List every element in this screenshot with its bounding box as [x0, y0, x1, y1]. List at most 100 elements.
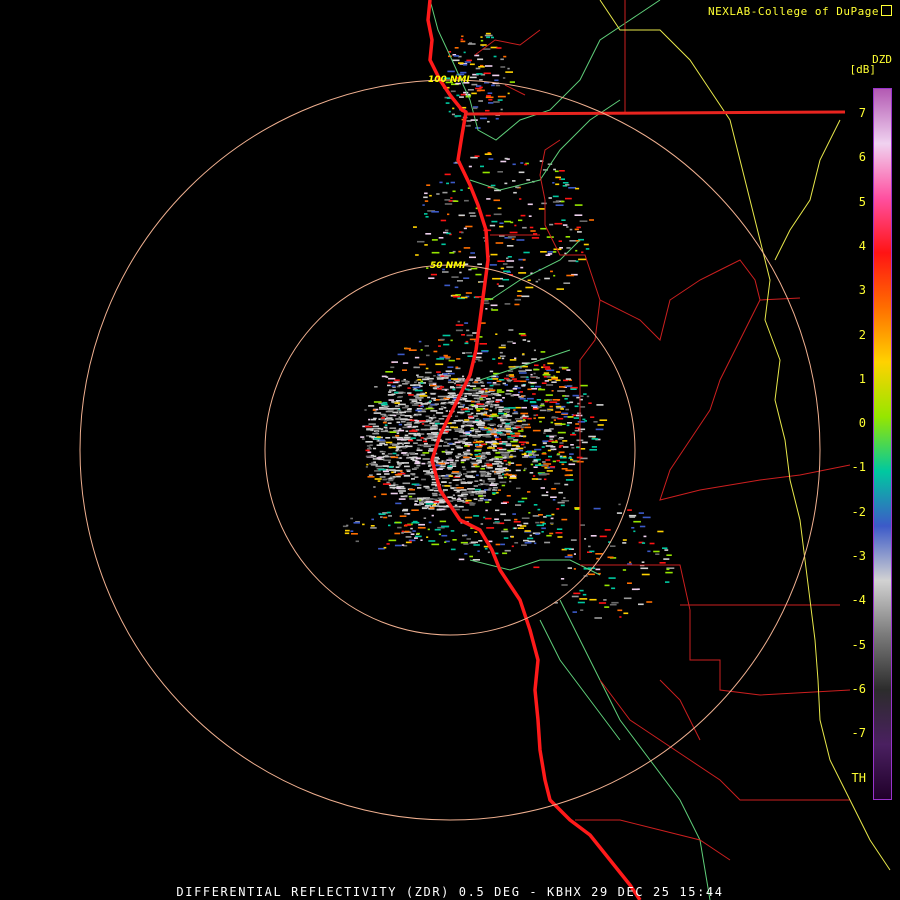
- radar-echo-gate: [519, 372, 527, 374]
- radar-echo-gate: [550, 270, 553, 273]
- radar-echo-gate: [517, 527, 524, 529]
- radar-echo-gate: [502, 397, 505, 399]
- radar-echo-gate: [500, 543, 505, 546]
- radar-echo-gate: [465, 292, 472, 294]
- radar-echo-gate: [380, 428, 384, 430]
- radar-echo-gate: [420, 403, 429, 405]
- radar-echo-gate: [445, 102, 450, 104]
- radar-echo-gate: [483, 419, 491, 422]
- radar-echo-gate: [460, 489, 467, 491]
- radar-echo-gate: [383, 426, 388, 429]
- radar-echo-gate: [425, 415, 430, 418]
- radar-echo-gate: [504, 413, 507, 415]
- radar-echo-gate: [457, 453, 462, 455]
- radar-echo-gate: [442, 373, 449, 375]
- radar-echo-gate: [445, 229, 449, 232]
- radar-echo-gate: [384, 473, 390, 475]
- radar-echo-gate: [380, 403, 388, 406]
- radar-echo-gate: [432, 416, 437, 419]
- radar-echo-gate: [446, 459, 454, 461]
- radar-echo-gate: [398, 384, 402, 387]
- radar-echo-gate: [643, 535, 647, 538]
- radar-echo-gate: [462, 454, 467, 457]
- radar-echo-gate: [420, 539, 423, 541]
- radar-echo-gate: [604, 606, 610, 608]
- radar-echo-gate: [633, 520, 641, 523]
- radar-echo-gate: [485, 408, 489, 410]
- radar-echo-gate: [523, 251, 530, 254]
- radar-echo-gate: [449, 461, 454, 463]
- radar-echo-gate: [638, 512, 644, 514]
- radar-echo-gate: [404, 434, 409, 437]
- radar-echo-gate: [404, 495, 408, 497]
- radar-echo-gate: [431, 211, 439, 213]
- radar-echo-gate: [525, 286, 534, 289]
- radar-echo-gate: [519, 198, 522, 200]
- radar-echo-gate: [384, 424, 388, 426]
- radar-echo-gate: [509, 231, 518, 234]
- radar-echo-gate: [406, 470, 411, 472]
- radar-echo-gate: [569, 401, 574, 404]
- radar-echo-gate: [485, 308, 488, 310]
- radar-echo-gate: [455, 459, 459, 462]
- radar-echo-gate: [473, 107, 478, 110]
- radar-echo-gate: [480, 467, 485, 470]
- radar-echo-gate: [533, 459, 538, 462]
- radar-echo-gate: [504, 519, 511, 521]
- radar-echo-gate: [372, 409, 376, 411]
- radar-echo-gate: [432, 487, 438, 489]
- colorbar-tick: TH: [851, 770, 866, 785]
- radar-echo-gate: [385, 428, 388, 430]
- radar-echo-gate: [396, 448, 399, 450]
- radar-echo-gate: [499, 425, 503, 428]
- radar-echo-gate: [395, 435, 400, 437]
- radar-echo-gate: [530, 376, 538, 378]
- radar-echo-gate: [570, 433, 577, 436]
- radar-echo-gate: [473, 498, 478, 500]
- radar-echo-gate: [420, 437, 424, 439]
- radar-echo-gate: [461, 466, 466, 468]
- radar-echo-gate: [398, 423, 402, 426]
- radar-echo-gate: [444, 375, 451, 377]
- nexlab-logo-icon: [881, 5, 892, 16]
- radar-echo-gate: [501, 357, 505, 360]
- radar-echo-gate: [479, 86, 483, 89]
- radar-echo-gate: [476, 474, 479, 477]
- radar-echo-gate: [491, 309, 499, 311]
- radar-echo-gate: [479, 343, 487, 345]
- radar-echo-gate: [585, 248, 590, 250]
- radar-echo-gate: [442, 191, 448, 194]
- radar-echo-gate: [513, 409, 516, 411]
- radar-echo-gate: [501, 344, 506, 347]
- range-ring-inner-label: 50 NMI: [430, 261, 466, 271]
- radar-echo-gate: [395, 466, 400, 468]
- radar-echo-gate: [491, 84, 495, 87]
- radar-echo-gate: [528, 512, 531, 514]
- radar-echo-gate: [415, 460, 420, 463]
- radar-echo-gate: [427, 444, 436, 446]
- radar-echo-gate: [408, 439, 414, 442]
- radar-echo-gate: [484, 65, 493, 67]
- radar-echo-gate: [456, 94, 460, 97]
- radar-echo-gate: [541, 453, 547, 455]
- radar-echo-gate: [596, 557, 599, 560]
- radar-echo-gate: [429, 507, 435, 509]
- radar-echo-gate: [458, 419, 464, 422]
- radar-echo-gate: [454, 286, 459, 289]
- radar-echo-gate: [473, 515, 480, 517]
- radar-echo-gate: [427, 396, 431, 399]
- radar-echo-gate: [462, 509, 469, 511]
- radar-echo-gate: [425, 367, 429, 370]
- radar-echo-gate: [423, 485, 429, 488]
- radar-echo-gate: [557, 438, 563, 440]
- radar-echo-gate: [513, 439, 519, 441]
- radar-echo-gate: [389, 389, 393, 392]
- colorbar: [873, 88, 892, 800]
- radar-echo-gate: [576, 414, 583, 417]
- radar-echo-gate: [566, 401, 570, 404]
- radar-echo-gate: [582, 593, 587, 596]
- radar-echo-gate: [505, 463, 508, 466]
- radar-echo-gate: [396, 413, 402, 415]
- radar-echo-gate: [412, 520, 418, 523]
- radar-echo-gate: [441, 525, 449, 528]
